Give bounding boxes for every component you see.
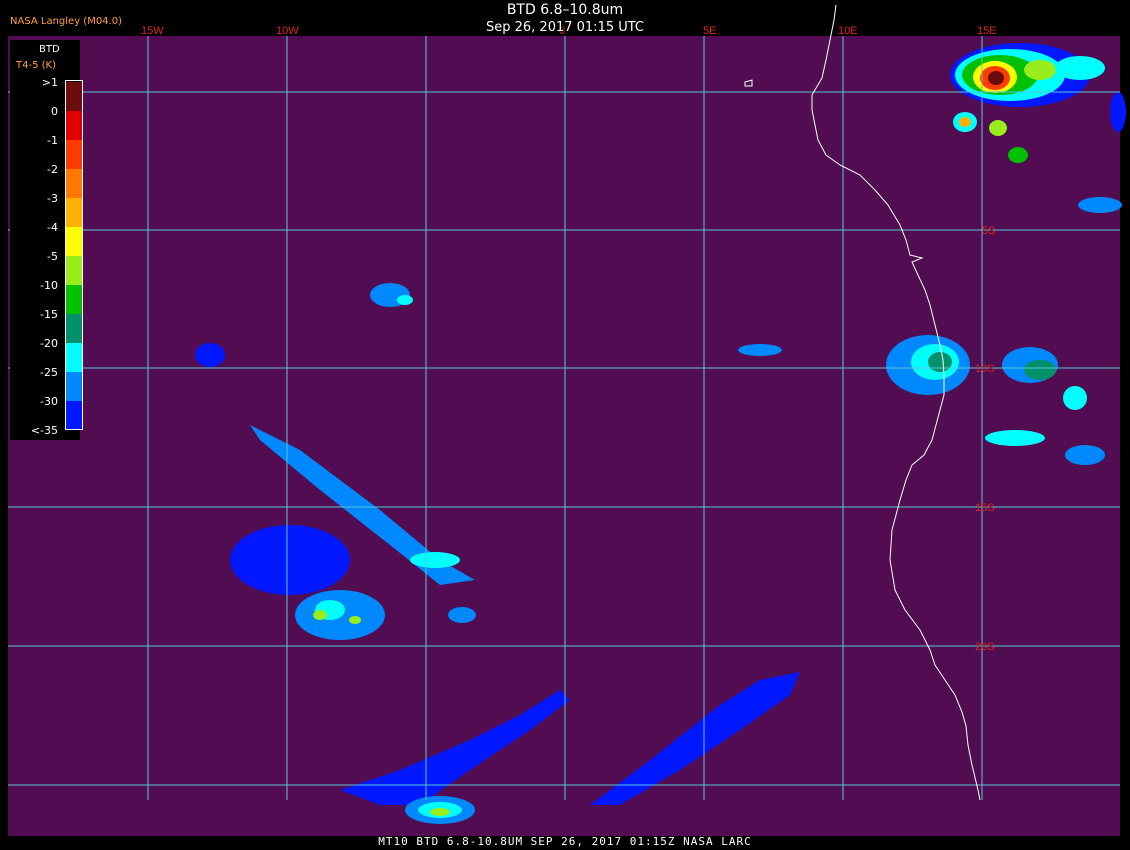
- legend-swatch: [66, 285, 83, 314]
- legend-label: <-35: [30, 424, 58, 437]
- legend-swatch: [66, 82, 83, 111]
- legend-label: 0: [51, 105, 58, 118]
- satellite-map: 15W 10W 0 5E 10E 15E 5S 10S 15S 20S: [8, 4, 1126, 836]
- legend-swatch: [66, 256, 83, 285]
- legend-label: -20: [40, 337, 58, 350]
- legend-swatch: [66, 401, 83, 430]
- legend-label: -5: [47, 250, 58, 263]
- legend-label: -30: [40, 395, 58, 408]
- legend-swatch: [66, 140, 83, 169]
- lat-label: 20S: [975, 641, 995, 653]
- footer-caption: MT10 BTD 6.8-10.8UM SEP 26, 2017 01:15Z …: [378, 835, 752, 848]
- legend-units: T4-5 (K): [16, 60, 56, 71]
- map-title: BTD 6.8–10.8um: [506, 2, 624, 18]
- legend-swatch: [66, 227, 83, 256]
- legend-swatch: [66, 169, 83, 198]
- legend-label: -15: [40, 308, 58, 321]
- legend-label: -25: [40, 366, 58, 379]
- lat-label: 10S: [975, 363, 995, 375]
- legend-label: >1: [41, 76, 58, 89]
- legend-swatch: [66, 343, 83, 372]
- map-timestamp: Sep 26, 2017 01:15 UTC: [485, 20, 645, 35]
- lat-label: 5S: [982, 225, 995, 237]
- legend-swatch: [66, 198, 83, 227]
- legend-label: -10: [40, 279, 58, 292]
- legend-label: -4: [47, 221, 58, 234]
- legend-label: -2: [47, 163, 58, 176]
- legend-swatch: [66, 372, 83, 401]
- legend-title: BTD: [39, 44, 60, 55]
- lat-label: 15S: [975, 502, 995, 514]
- legend-label: -1: [47, 134, 58, 147]
- legend-swatch: [66, 111, 83, 140]
- map-background: [8, 36, 1120, 836]
- legend-label: -3: [47, 192, 58, 205]
- color-legend: BTD T4-5 (K) >1 0 -1 -2 -3 -4 -5 -10 -15 -20 -25 -3…: [10, 40, 83, 440]
- legend-swatch: [66, 314, 83, 343]
